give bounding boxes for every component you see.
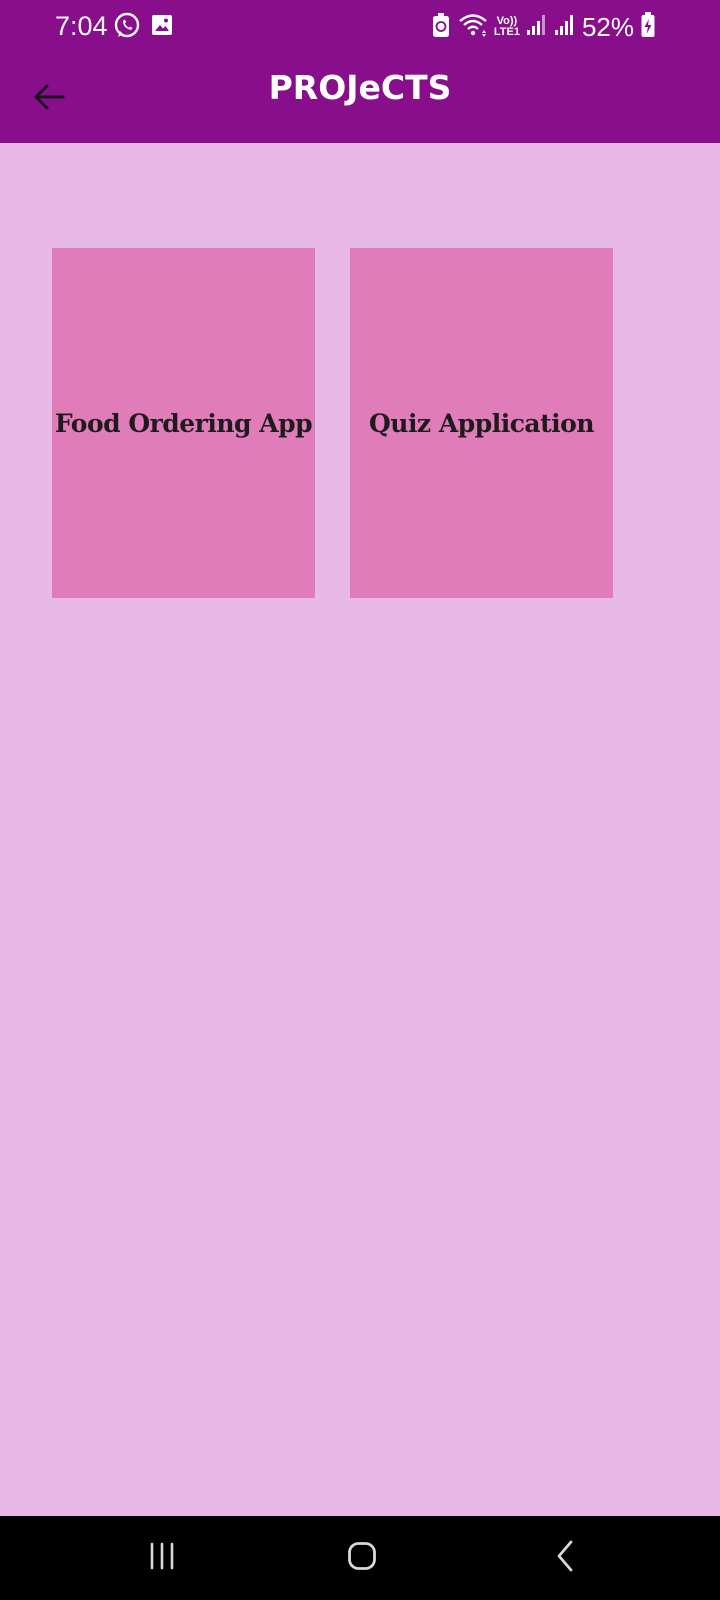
battery-percent: 52% xyxy=(581,11,634,42)
status-left-icons xyxy=(113,12,175,44)
nav-back-button[interactable] xyxy=(540,1534,592,1582)
project-card-label: Food Ordering App xyxy=(54,408,313,438)
status-bar: 7:04 Vo)) LTE1 52% xyxy=(0,0,720,56)
project-card-label: Quiz Application xyxy=(368,408,595,438)
project-card-quiz-application[interactable]: Quiz Application xyxy=(350,248,613,598)
system-nav-bar xyxy=(0,1516,720,1600)
home-icon xyxy=(346,1540,378,1576)
project-card-food-ordering-app[interactable]: Food Ordering App xyxy=(52,248,315,598)
network-lte-label: LTE1 xyxy=(493,26,520,38)
recents-icon xyxy=(145,1541,179,1575)
status-time: 7:04 xyxy=(55,11,108,41)
signal-icon xyxy=(526,13,548,41)
gallery-icon xyxy=(149,12,175,44)
status-right-icons: Vo)) LTE1 52% xyxy=(430,11,656,43)
battery-charging-icon xyxy=(640,11,656,43)
home-button[interactable] xyxy=(336,1534,388,1582)
back-icon xyxy=(553,1539,579,1577)
wifi-icon xyxy=(458,12,488,42)
battery-saver-icon xyxy=(430,11,452,43)
whatsapp-icon xyxy=(113,12,141,44)
signal-icon xyxy=(554,13,576,41)
recents-button[interactable] xyxy=(136,1534,188,1582)
page-title: PROJeCTS xyxy=(268,68,452,107)
network-type-label: Vo)) LTE1 xyxy=(494,16,520,38)
app-bar: PROJeCTS xyxy=(0,56,720,143)
